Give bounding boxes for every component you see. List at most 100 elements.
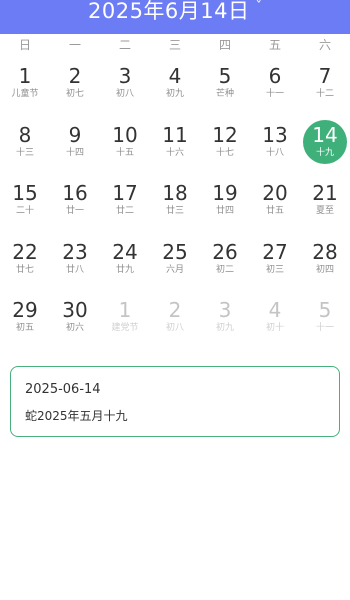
day-number: 8 xyxy=(18,122,32,147)
day-cell[interactable]: 29 初五 xyxy=(0,292,50,351)
day-number: 25 xyxy=(162,239,188,264)
lunar-label: 十八 xyxy=(265,147,284,158)
lunar-label: 廿九 xyxy=(115,264,134,275)
weekday-label-fri: 五 xyxy=(268,38,281,52)
lunar-label: 初五 xyxy=(15,323,34,333)
day-cell[interactable]: 13 十八 xyxy=(250,117,300,176)
day-number: 23 xyxy=(62,239,88,264)
lunar-label: 初七 xyxy=(65,89,84,99)
lunar-label: 芒种 xyxy=(215,89,234,99)
day-cell[interactable]: 3 初九 xyxy=(200,292,250,351)
day-number: 11 xyxy=(162,122,188,147)
lunar-label: 廿四 xyxy=(215,206,234,216)
day-number: 22 xyxy=(12,239,38,264)
day-cell[interactable]: 2 初八 xyxy=(150,292,200,351)
lunar-label: 廿三 xyxy=(165,206,184,216)
day-cell[interactable]: 8 十三 xyxy=(0,117,50,176)
weekday-label-sun: 日 xyxy=(18,38,31,52)
lunar-label: 二十 xyxy=(15,206,34,216)
day-cell[interactable]: 22 廿七 xyxy=(0,234,50,293)
lunar-label: 廿八 xyxy=(65,264,84,275)
lunar-label: 廿五 xyxy=(265,206,284,216)
day-number: 3 xyxy=(118,64,132,88)
day-number: 26 xyxy=(212,239,238,264)
day-cell[interactable]: 19 廿四 xyxy=(200,175,250,234)
day-cell[interactable]: 5 芒种 xyxy=(200,58,250,117)
day-cell[interactable]: 21 夏至 xyxy=(300,175,350,234)
day-cell[interactable]: 17 廿二 xyxy=(100,175,150,234)
header-title[interactable]: 2025年6月14日 xyxy=(88,0,250,25)
day-number: 3 xyxy=(218,298,232,322)
lunar-label: 十二 xyxy=(315,89,334,99)
lunar-label: 夏至 xyxy=(315,206,334,216)
day-cell[interactable]: 3 初八 xyxy=(100,58,150,117)
day-number: 17 xyxy=(112,181,138,205)
day-cell[interactable]: 15 二十 xyxy=(0,175,50,234)
lunar-label: 初四 xyxy=(315,264,334,275)
day-number: 7 xyxy=(318,64,332,88)
day-number: 1 xyxy=(18,64,32,88)
day-cell-selected[interactable]: 14 十九 xyxy=(300,117,350,176)
day-number: 16 xyxy=(62,181,88,205)
day-cell[interactable]: 20 廿五 xyxy=(250,175,300,234)
lunar-label: 十一 xyxy=(315,323,334,333)
day-cell[interactable]: 1 建党节 xyxy=(100,292,150,351)
day-cell[interactable]: 7 十二 xyxy=(300,58,350,117)
lunar-label: 十一 xyxy=(265,89,284,99)
day-number: 12 xyxy=(212,122,238,147)
day-number: 5 xyxy=(218,64,232,88)
lunar-label: 六月 xyxy=(165,264,184,275)
lunar-label: 十三 xyxy=(15,147,34,158)
day-number: 10 xyxy=(112,122,138,147)
weekday-label-sat: 六 xyxy=(318,38,331,52)
day-number: 2 xyxy=(68,64,82,88)
day-number: 9 xyxy=(68,122,82,147)
lunar-label: 儿童节 xyxy=(11,89,39,99)
day-number: 4 xyxy=(268,298,282,322)
day-cell[interactable]: 16 廿一 xyxy=(50,175,100,234)
day-cell[interactable]: 30 初六 xyxy=(50,292,100,351)
day-number: 13 xyxy=(262,122,288,147)
day-cell[interactable]: 23 廿八 xyxy=(50,234,100,293)
selected-date-text: 2025-06-14 xyxy=(25,382,101,397)
day-cell[interactable]: 4 初九 xyxy=(150,58,200,117)
lunar-label: 初八 xyxy=(165,323,184,333)
chevron-down-icon[interactable]: ˇ xyxy=(256,0,263,19)
day-cell[interactable]: 9 十四 xyxy=(50,117,100,176)
day-number: 1 xyxy=(118,298,132,322)
day-number: 24 xyxy=(112,239,138,264)
day-cell[interactable]: 2 初七 xyxy=(50,58,100,117)
selected-date-card: 2025-06-14 蛇2025年五月十九 xyxy=(10,366,340,437)
month-picker[interactable]: 2025年6月14日 ˇ xyxy=(88,0,262,25)
day-cell[interactable]: 11 十六 xyxy=(150,117,200,176)
day-cell[interactable]: 25 六月 xyxy=(150,234,200,293)
day-cell[interactable]: 18 廿三 xyxy=(150,175,200,234)
day-cell[interactable]: 24 廿九 xyxy=(100,234,150,293)
day-number: 6 xyxy=(268,64,282,88)
day-cell[interactable]: 26 初二 xyxy=(200,234,250,293)
day-number: 30 xyxy=(62,298,88,322)
day-cell[interactable]: 27 初三 xyxy=(250,234,300,293)
lunar-label: 初十 xyxy=(265,323,284,333)
lunar-label: 廿二 xyxy=(115,206,134,216)
day-cell[interactable]: 5 十一 xyxy=(300,292,350,351)
lunar-label: 初六 xyxy=(65,323,84,333)
day-number: 14 xyxy=(312,122,338,147)
day-number: 19 xyxy=(212,181,238,205)
day-cell[interactable]: 28 初四 xyxy=(300,234,350,293)
day-cell[interactable]: 12 十七 xyxy=(200,117,250,176)
day-cell[interactable]: 6 十一 xyxy=(250,58,300,117)
day-cell[interactable]: 4 初十 xyxy=(250,292,300,351)
day-cell[interactable]: 10 十五 xyxy=(100,117,150,176)
lunar-label: 初八 xyxy=(115,89,134,99)
day-number: 18 xyxy=(162,181,188,205)
lunar-label: 初二 xyxy=(215,264,234,275)
weekday-label-mon: 一 xyxy=(68,38,81,52)
calendar-header[interactable]: 2025年6月14日 ˇ xyxy=(0,0,350,34)
day-number: 20 xyxy=(262,181,288,205)
lunar-label: 廿一 xyxy=(65,206,84,216)
day-number: 15 xyxy=(12,181,38,205)
day-cell[interactable]: 1 儿童节 xyxy=(0,58,50,117)
weekday-label-wed: 三 xyxy=(168,38,181,52)
lunar-label: 十七 xyxy=(215,147,234,158)
